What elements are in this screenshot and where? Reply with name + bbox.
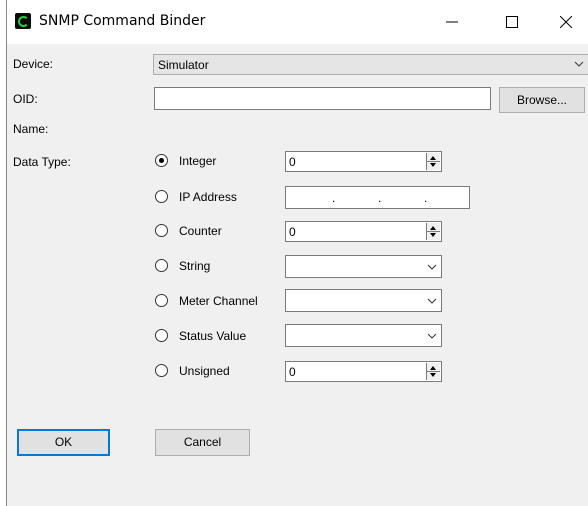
- ok-button[interactable]: OK: [17, 429, 110, 456]
- chevron-down-icon: [427, 298, 437, 304]
- minimize-icon: [446, 21, 458, 23]
- string-dropdown[interactable]: [285, 255, 442, 278]
- counter-spinner[interactable]: 0: [285, 221, 442, 242]
- browse-button[interactable]: Browse...: [499, 87, 585, 113]
- device-value: Simulator: [158, 58, 209, 72]
- chevron-down-icon: [574, 61, 584, 67]
- maximize-icon: [506, 16, 518, 28]
- radio-button-counter[interactable]: [155, 224, 168, 237]
- status-value-dropdown[interactable]: [285, 324, 442, 347]
- meter-channel-dropdown[interactable]: [285, 289, 442, 312]
- oid-input[interactable]: [154, 87, 491, 110]
- oid-label: OID:: [13, 92, 38, 106]
- minimize-button[interactable]: [429, 0, 475, 44]
- radio-button-ip-address[interactable]: [155, 190, 168, 203]
- radio-button-string[interactable]: [155, 259, 168, 272]
- app-icon: [15, 13, 31, 29]
- data-type-label: Data Type:: [13, 155, 71, 169]
- radio-button-meter-channel[interactable]: [155, 294, 168, 307]
- maximize-button[interactable]: [489, 0, 535, 44]
- chevron-down-icon: [427, 264, 437, 270]
- unsigned-spinner[interactable]: 0: [285, 361, 442, 382]
- radio-button-integer[interactable]: [155, 154, 168, 167]
- window-title: SNMP Command Binder: [39, 13, 206, 29]
- close-button[interactable]: [543, 0, 588, 44]
- spinner-arrows-icon[interactable]: [426, 153, 440, 170]
- device-dropdown[interactable]: Simulator: [153, 54, 588, 75]
- radio-button-unsigned[interactable]: [155, 364, 168, 377]
- spinner-arrows-icon[interactable]: [426, 223, 440, 240]
- spinner-arrows-icon[interactable]: [426, 363, 440, 380]
- cancel-button[interactable]: Cancel: [155, 429, 250, 456]
- ip-address-input[interactable]: . . .: [285, 186, 470, 209]
- dialog-window: SNMP Command Binder Device: Simulator OI…: [6, 0, 588, 506]
- name-label: Name:: [13, 122, 49, 136]
- radio-button-status-value[interactable]: [155, 329, 168, 342]
- close-icon: [560, 16, 572, 28]
- title-bar[interactable]: SNMP Command Binder: [7, 0, 588, 44]
- integer-spinner[interactable]: 0: [285, 151, 442, 172]
- chevron-down-icon: [427, 333, 437, 339]
- device-label: Device:: [13, 57, 54, 71]
